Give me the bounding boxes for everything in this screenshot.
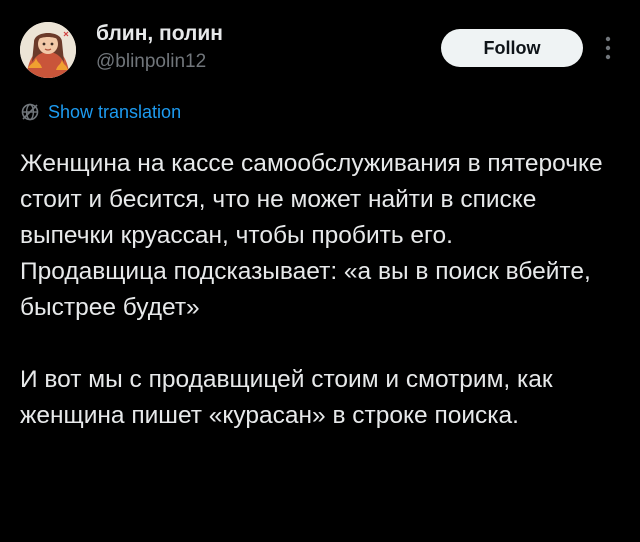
more-vertical-icon[interactable] [598, 34, 618, 62]
tweet-paragraph: И вот мы с продавщицей стоим и смотрим, … [20, 366, 560, 429]
tweet-text: Женщина на кассе самообслуживания в пяте… [20, 146, 625, 434]
follow-button[interactable]: Follow [441, 29, 583, 67]
author-display-name[interactable]: блин, полин [96, 22, 223, 46]
tweet-header: блин, полин @blinpolin12 Follow [0, 0, 640, 100]
tweet-paragraph: Женщина на кассе самообслуживания в пяте… [20, 150, 610, 249]
avatar-illustration [20, 22, 76, 78]
tweet-paragraph: Продавщица подсказывает: «а вы в поиск в… [20, 258, 598, 321]
show-translation-label: Show translation [48, 101, 182, 122]
author-handle[interactable]: @blinpolin12 [96, 51, 206, 73]
show-translation-link[interactable]: Show translation [20, 100, 181, 124]
avatar[interactable] [20, 22, 76, 78]
globe-icon [21, 103, 39, 121]
